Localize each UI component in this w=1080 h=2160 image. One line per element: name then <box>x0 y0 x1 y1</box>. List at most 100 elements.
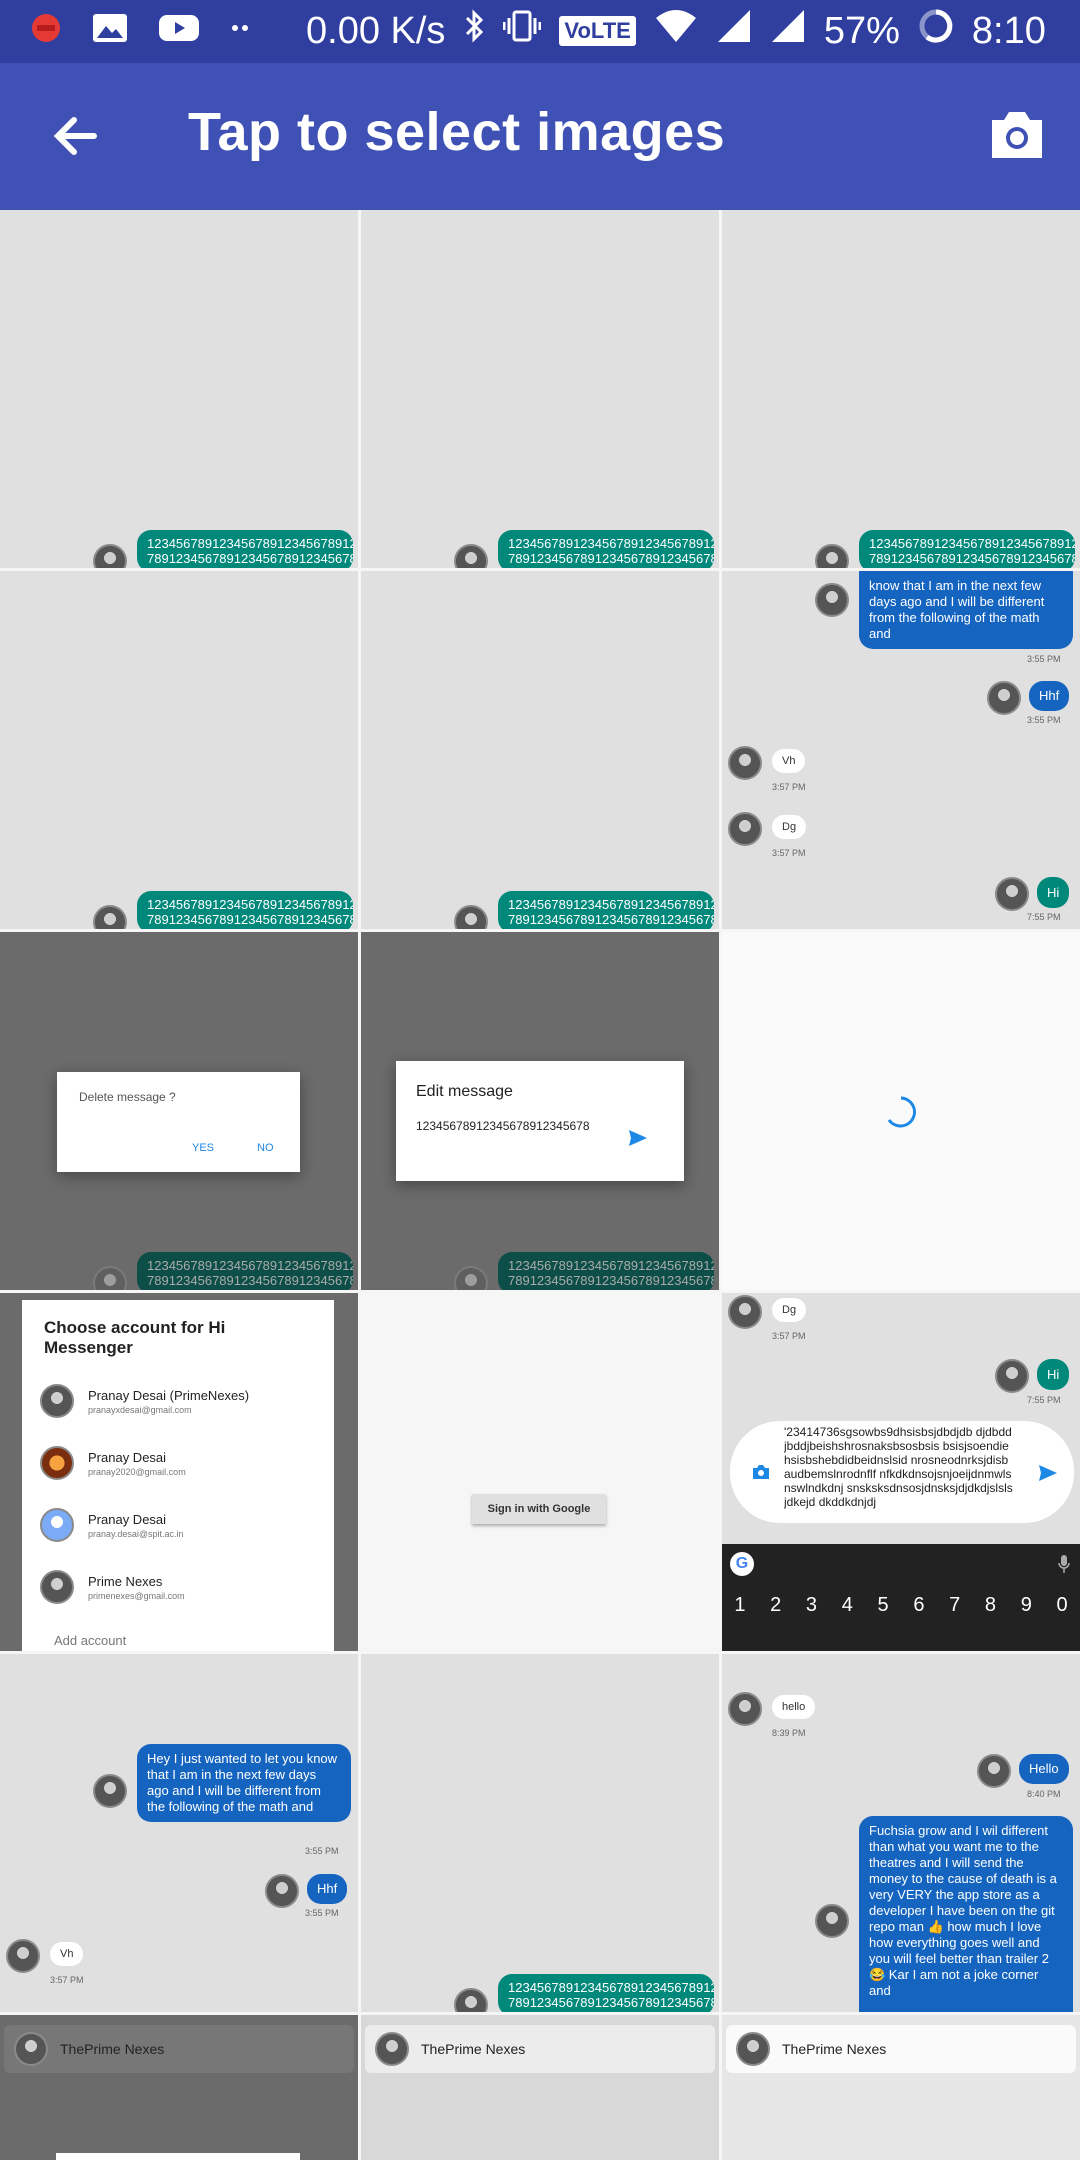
mic-icon[interactable] <box>1058 1554 1070 1579</box>
avatar <box>40 1570 74 1604</box>
thumbnail[interactable]: Sign in with Google <box>361 1293 719 1651</box>
wifi-icon <box>654 8 698 54</box>
compose-box[interactable]: '23414736sgsowbs9dhsisbsjdbdjdb djdbddjb… <box>730 1421 1074 1523</box>
message-bubble: 1234567891234567891234567891234567789123… <box>137 1252 353 1290</box>
avatar <box>995 877 1029 911</box>
message-bubble: Fuchsia grow and I wil different than wh… <box>859 1816 1073 2012</box>
thumbnail[interactable]: Choose account for Hi Messenger Pranay D… <box>0 1293 358 1651</box>
message-bubble: Dg <box>772 815 807 839</box>
avatar <box>14 2032 48 2066</box>
key-7[interactable]: 7 <box>949 1594 960 1617</box>
thumbnail[interactable]: 1234567891234567891234567891234567789123… <box>361 571 719 929</box>
number-row: 1 2 3 4 5 6 7 8 9 0 <box>722 1594 1080 1617</box>
account-row[interactable]: Pranay Desai pranay2020@gmail.com <box>40 1446 186 1480</box>
timestamp: 7:55 PM <box>1027 912 1061 922</box>
thumbnail[interactable]: Edit message 12345678912345678912345678 … <box>361 932 719 1290</box>
youtube-icon <box>158 12 200 49</box>
avatar <box>987 681 1021 715</box>
thumbnail[interactable]: 1234567891234567891234567891234567789123… <box>722 210 1080 568</box>
account-name: Pranay Desai (PrimeNexes) <box>88 1387 250 1403</box>
account-name: Pranay Desai <box>88 1449 167 1465</box>
timestamp: 3:55 PM <box>305 1908 339 1918</box>
avatar <box>40 1384 74 1418</box>
thumbnail[interactable]: know that I am in the next few days ago … <box>722 571 1080 929</box>
avatar <box>815 544 849 568</box>
google-icon[interactable]: G <box>730 1552 754 1576</box>
thumbnail[interactable]: Dg 3:57 PM Hi 7:55 PM '23414736sgsowbs9d… <box>722 1293 1080 1651</box>
arrow-back-icon[interactable] <box>48 108 104 164</box>
key-5[interactable]: 5 <box>878 1594 889 1617</box>
key-2[interactable]: 2 <box>770 1594 781 1617</box>
message-bubble: hello <box>772 1695 816 1719</box>
message-bubble: 1234567891234567891234567891234567789123… <box>137 891 353 929</box>
key-1[interactable]: 1 <box>734 1594 745 1617</box>
thumbnail[interactable]: ThePrime Nexes <box>0 2015 358 2160</box>
app-bar: Tap to select images <box>0 63 1080 210</box>
thumbnail[interactable]: ThePrime Nexes <box>722 2015 1080 2160</box>
timestamp: 3:57 PM <box>772 782 806 792</box>
key-6[interactable]: 6 <box>913 1594 924 1617</box>
battery-level: 57% <box>823 9 900 52</box>
send-icon[interactable] <box>628 1129 648 1152</box>
dialog-edge <box>56 2153 300 2160</box>
account-name: Prime Nexes <box>88 1573 163 1589</box>
battery-icon <box>918 8 954 54</box>
thumbnail[interactable]: 1234567891234567891234567891234567789123… <box>361 1654 719 2012</box>
status-bar: 0.00 K/s VoLTE 57% 8:10 <box>0 0 1080 63</box>
key-4[interactable]: 4 <box>842 1594 853 1617</box>
grid-divider <box>0 2012 1080 2015</box>
dialog-title: Edit message <box>416 1083 513 1100</box>
account-row[interactable]: Prime Nexes primenexes@gmail.com <box>40 1570 185 1604</box>
thumbnail[interactable]: 1234567891234567891234567891234567789123… <box>0 210 358 568</box>
key-0[interactable]: 0 <box>1057 1594 1068 1617</box>
sign-in-google-button[interactable]: Sign in with Google <box>472 1494 606 1524</box>
thumbnail[interactable]: 1234567891234567891234567891234567789123… <box>0 571 358 929</box>
message-bubble: 1234567891234567891234567891234567789123… <box>498 1974 714 2012</box>
avatar <box>93 905 127 929</box>
contact-name: ThePrime Nexes <box>782 2041 887 2057</box>
more-dots-icon <box>230 12 250 49</box>
thumbnail[interactable]: ThePrime Nexes <box>361 2015 719 2160</box>
volte-badge: VoLTE <box>559 16 636 46</box>
edit-dialog: Edit message 12345678912345678912345678 <box>396 1061 684 1181</box>
thumbnail[interactable]: Hey I just wanted to let you know that I… <box>0 1654 358 2012</box>
contact-name: ThePrime Nexes <box>421 2041 526 2057</box>
avatar <box>815 1904 849 1938</box>
account-row[interactable]: Pranay Desai (PrimeNexes) pranayxdesai@gm… <box>40 1384 249 1418</box>
avatar <box>265 1874 299 1908</box>
vibrate-icon <box>502 8 542 54</box>
avatar <box>728 1295 762 1329</box>
timestamp: 3:57 PM <box>772 1331 806 1341</box>
bluetooth-icon <box>463 8 485 54</box>
message-input[interactable]: '23414736sgsowbs9dhsisbsjdbdjdb djdbddjb… <box>784 1425 1014 1519</box>
message-bubble: 1234567891234567891234567891234567789123… <box>137 530 353 568</box>
account-email: primenexes@gmail.com <box>88 1590 185 1601</box>
avatar <box>977 1754 1011 1788</box>
send-icon[interactable] <box>1038 1464 1058 1487</box>
signal-icon <box>716 8 752 54</box>
key-3[interactable]: 3 <box>806 1594 817 1617</box>
key-9[interactable]: 9 <box>1021 1594 1032 1617</box>
key-8[interactable]: 8 <box>985 1594 996 1617</box>
edit-input[interactable]: 12345678912345678912345678 <box>416 1119 616 1133</box>
camera-icon[interactable] <box>752 1464 770 1485</box>
avatar <box>995 1359 1029 1393</box>
message-bubble: Hey I just wanted to let you know that I… <box>137 1744 351 1822</box>
account-row[interactable]: Pranay Desai pranay.desai@spit.ac.in <box>40 1508 184 1542</box>
avatar <box>728 812 762 846</box>
yes-button[interactable]: YES <box>192 1142 214 1154</box>
thumbnail[interactable] <box>722 932 1080 1290</box>
message-bubble: Hello <box>1019 1754 1069 1784</box>
gallery-icon <box>92 12 128 49</box>
add-account-button[interactable]: Add account <box>54 1633 126 1648</box>
avatar <box>728 1692 762 1726</box>
thumbnail[interactable]: Delete message ? YES NO 1234567891234567… <box>0 932 358 1290</box>
thumbnail[interactable]: hello 8:39 PM Hello 8:40 PM Fuchsia grow… <box>722 1654 1080 2012</box>
thumbnail[interactable]: 1234567891234567891234567891234567789123… <box>361 210 719 568</box>
camera-icon[interactable] <box>988 106 1046 162</box>
timestamp: 3:55 PM <box>1027 715 1061 725</box>
avatar <box>454 1266 488 1290</box>
message-bubble: Vh <box>50 1942 84 1966</box>
no-button[interactable]: NO <box>257 1142 274 1154</box>
grid-divider <box>0 568 1080 571</box>
